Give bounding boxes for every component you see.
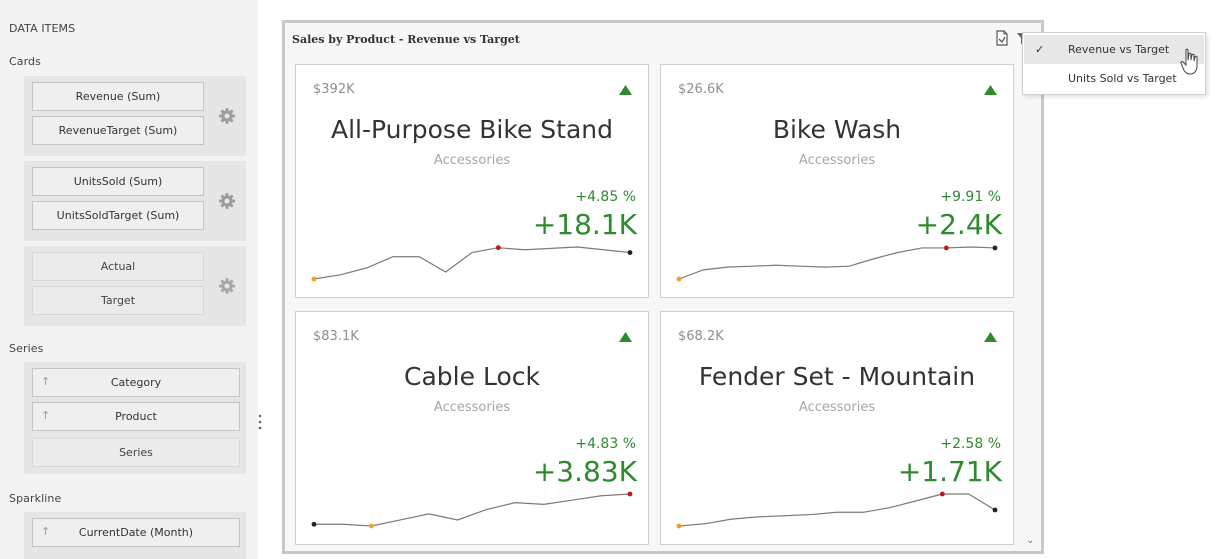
sparkline-end-point xyxy=(992,245,998,251)
card-cable-lock[interactable]: $83.1K Cable Lock Accessories +4.83 % +3… xyxy=(295,311,649,545)
card-measure-group-revenue: Revenue (Sum) RevenueTarget (Sum) xyxy=(24,76,246,156)
percent-variation: +4.83 % xyxy=(575,436,636,452)
card-title: Fender Set - Mountain xyxy=(698,362,976,391)
sparkline-start-point xyxy=(676,523,682,529)
card-measure-group-units: UnitsSold (Sum) UnitsSoldTarget (Sum) xyxy=(24,161,246,241)
card-bike-wash[interactable]: $26.6K Bike Wash Accessories +9.91 % +2.… xyxy=(660,64,1014,298)
percent-variation: +9.91 % xyxy=(940,189,1001,205)
card-title: Bike Wash xyxy=(772,115,902,144)
trend-up-icon xyxy=(619,332,632,342)
menu-item-label: Revenue vs Target xyxy=(1068,43,1170,56)
export-icon[interactable] xyxy=(995,30,1009,46)
sparkline-end-point xyxy=(627,491,633,497)
card-fender-set-mountain[interactable]: $68.2K Fender Set - Mountain Accessories… xyxy=(660,311,1014,545)
gear-icon[interactable] xyxy=(218,192,236,210)
gear-icon[interactable] xyxy=(218,277,236,295)
target-placeholder[interactable]: Target xyxy=(32,286,204,315)
sparkline-end-point xyxy=(627,250,633,255)
data-items-panel: DATA ITEMS Cards Revenue (Sum) RevenueTa… xyxy=(0,0,262,559)
absolute-variation: +3.83K xyxy=(532,455,637,488)
sparkline-start-point xyxy=(311,521,317,527)
actual-value: $68.2K xyxy=(678,329,724,344)
field-label: Target xyxy=(100,294,136,307)
revenue-target-field[interactable]: RevenueTarget (Sum) xyxy=(32,116,204,145)
card-measure-group-empty: Actual Target xyxy=(24,246,246,326)
sparkline-high-point xyxy=(943,245,949,251)
series-group: ↑ Category ↑ Product Series xyxy=(24,362,246,474)
sparkline-item-current-date[interactable]: ↑ CurrentDate (Month) xyxy=(32,518,240,547)
more-options-icon[interactable] xyxy=(258,414,262,430)
series-item-category[interactable]: ↑ Category xyxy=(32,368,240,397)
gear-icon[interactable] xyxy=(218,107,236,125)
sparkline-group: ↑ CurrentDate (Month) xyxy=(24,512,246,559)
field-label: RevenueTarget (Sum) xyxy=(58,124,178,137)
series-placeholder[interactable]: Series xyxy=(32,438,240,467)
dashboard-item-title: Sales by Product - Revenue vs Target xyxy=(292,33,520,46)
field-label: Series xyxy=(119,446,153,459)
sparkline-chart xyxy=(676,245,998,282)
card-subtitle: Accessories xyxy=(433,153,511,168)
units-sold-target-field[interactable]: UnitsSoldTarget (Sum) xyxy=(32,201,204,230)
series-item-product[interactable]: ↑ Product xyxy=(32,402,240,431)
menu-item-label: Units Sold vs Target xyxy=(1068,72,1177,85)
data-items-title: DATA ITEMS xyxy=(9,22,76,35)
actual-value: $392K xyxy=(313,82,355,97)
sort-ascending-icon[interactable]: ↑ xyxy=(41,525,50,538)
sparkline-chart xyxy=(311,491,633,529)
menu-item-units-sold-vs-target[interactable]: Units Sold vs Target xyxy=(1024,64,1204,93)
sort-ascending-icon[interactable]: ↑ xyxy=(41,375,50,388)
scroll-down-icon[interactable]: ⌄ xyxy=(1026,535,1034,546)
sparkline-line xyxy=(678,493,996,527)
check-icon: ✓ xyxy=(1035,43,1045,56)
card-all-purpose-bike-stand[interactable]: $392K All-Purpose Bike Stand Accessories… xyxy=(295,64,649,298)
card-layout-menu: ✓ Revenue vs Target Units Sold vs Target xyxy=(1022,32,1206,95)
sparkline-start-point xyxy=(311,276,317,282)
menu-item-revenue-vs-target[interactable]: ✓ Revenue vs Target xyxy=(1024,35,1204,64)
percent-variation: +4.85 % xyxy=(575,189,636,205)
sparkline-chart xyxy=(676,491,998,529)
sparkline-chart xyxy=(311,245,633,282)
revenue-field[interactable]: Revenue (Sum) xyxy=(32,82,204,111)
absolute-variation: +1.71K xyxy=(897,455,1002,488)
sort-ascending-icon[interactable]: ↑ xyxy=(41,409,50,422)
units-sold-field[interactable]: UnitsSold (Sum) xyxy=(32,167,204,196)
trend-up-icon xyxy=(984,332,997,342)
sparkline-high-point xyxy=(939,491,945,497)
field-label: Actual xyxy=(100,260,136,273)
percent-variation: +2.58 % xyxy=(940,436,1001,452)
card-subtitle: Accessories xyxy=(798,400,876,415)
series-section-label: Series xyxy=(9,342,44,355)
sparkline-high-point xyxy=(495,245,501,251)
trend-up-icon xyxy=(619,85,632,95)
card-title: Cable Lock xyxy=(404,362,540,391)
card-title: All-Purpose Bike Stand xyxy=(330,115,613,144)
field-label: Product xyxy=(115,410,157,423)
actual-value: $26.6K xyxy=(678,82,724,97)
field-label: Revenue (Sum) xyxy=(75,90,161,103)
sparkline-end-point xyxy=(992,507,998,513)
actual-value: $83.1K xyxy=(313,329,359,344)
sparkline-section-label: Sparkline xyxy=(9,492,62,505)
absolute-variation: +2.4K xyxy=(915,208,1002,241)
sparkline-low-point xyxy=(369,523,374,529)
card-dashboard-item: Sales by Product - Revenue vs Target ⌄ $… xyxy=(282,20,1044,554)
field-label: CurrentDate (Month) xyxy=(78,526,194,539)
field-label: Category xyxy=(110,376,162,389)
field-label: UnitsSold (Sum) xyxy=(73,175,163,188)
sparkline-start-point xyxy=(676,276,682,282)
absolute-variation: +18.1K xyxy=(532,208,637,241)
cards-section-label: Cards xyxy=(9,55,41,68)
sparkline-line xyxy=(314,493,631,527)
card-subtitle: Accessories xyxy=(433,400,511,415)
sparkline-line xyxy=(313,246,631,280)
sparkline-line xyxy=(678,246,996,280)
trend-up-icon xyxy=(984,85,997,95)
actual-placeholder[interactable]: Actual xyxy=(32,252,204,281)
card-subtitle: Accessories xyxy=(798,153,876,168)
field-label: UnitsSoldTarget (Sum) xyxy=(56,209,180,222)
hand-cursor-icon xyxy=(1180,48,1198,75)
